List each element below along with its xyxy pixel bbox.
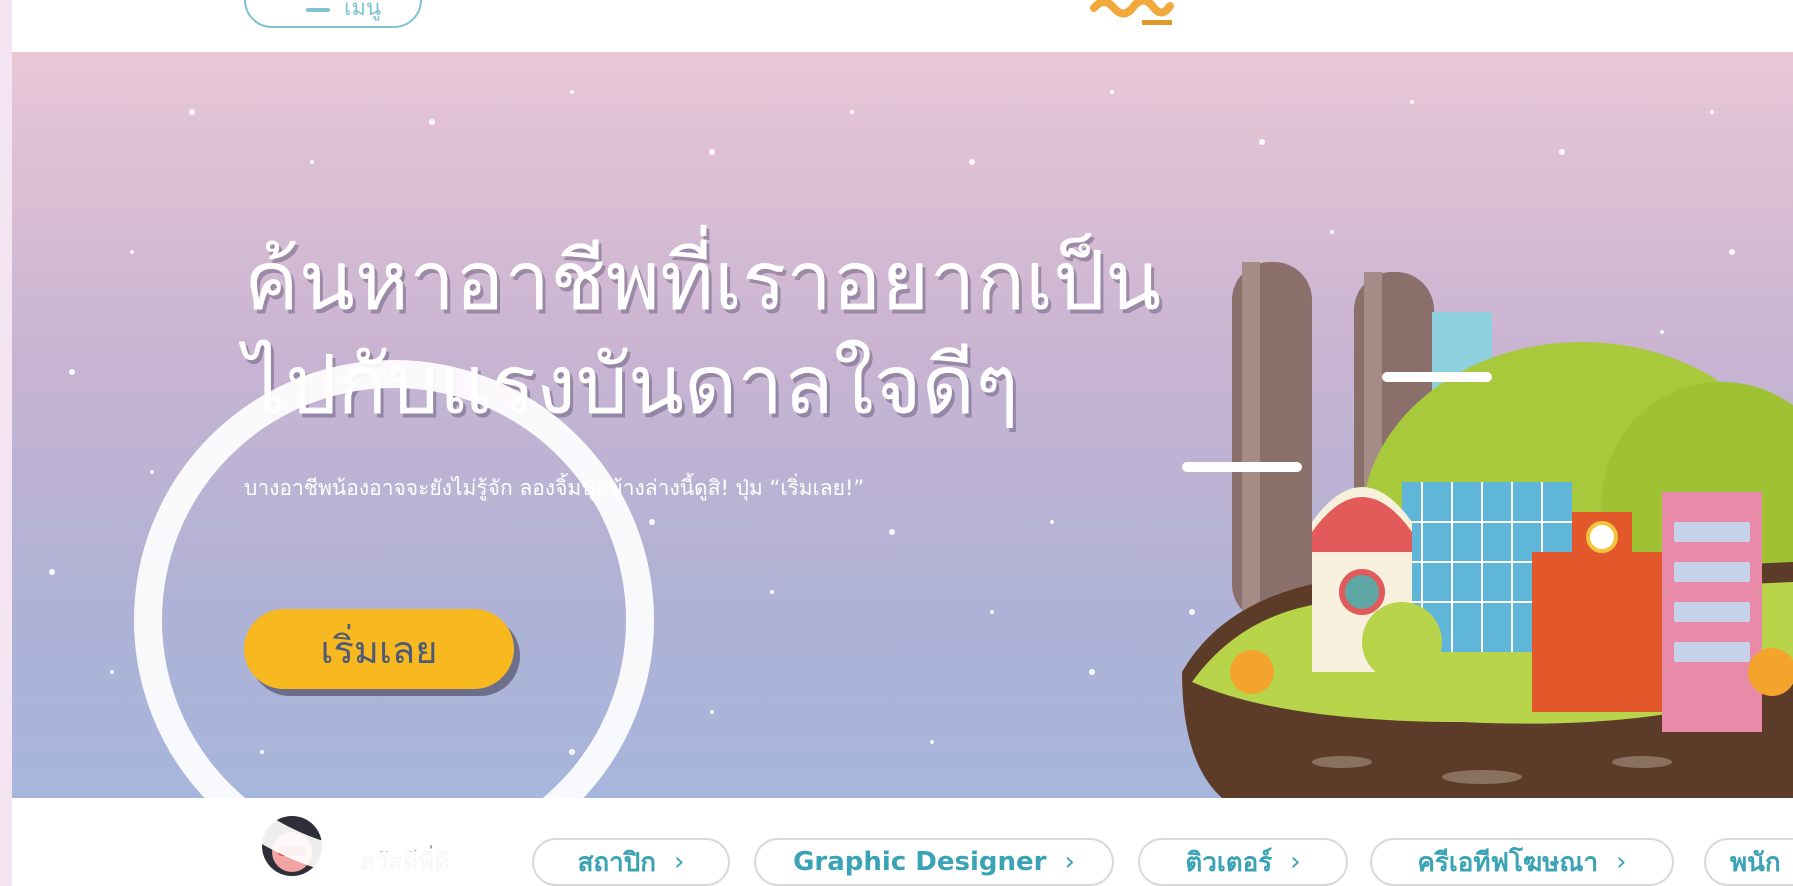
- headline-line-1: ค้นหาอาชีพที่เราอยากเป็น: [244, 234, 1162, 329]
- hamburger-icon: [306, 8, 330, 12]
- menu-label: เมนู: [344, 0, 382, 21]
- career-chip-tutor[interactable]: ติวเตอร์ ›: [1138, 838, 1348, 886]
- floating-island-illustration: [1182, 262, 1793, 798]
- career-chip-employee[interactable]: พนัก: [1704, 838, 1793, 886]
- chip-label: ครีเอทีฟโฆษณา: [1417, 847, 1599, 878]
- chip-label: สถาปิก: [577, 847, 657, 878]
- highlight-ring-overlay: [134, 360, 654, 880]
- career-chip-ad-creative[interactable]: ครีเอทีฟโฆษณา ›: [1370, 838, 1674, 886]
- chip-label: พนัก: [1730, 847, 1781, 878]
- top-header: เมนู: [12, 0, 1793, 52]
- career-chip-architect[interactable]: สถาปิก ›: [532, 838, 730, 886]
- chevron-right-icon: ›: [1290, 847, 1301, 877]
- chip-label: ติวเตอร์: [1185, 847, 1273, 878]
- chip-label: Graphic Designer: [793, 847, 1047, 877]
- career-chip-graphic-designer[interactable]: Graphic Designer ›: [754, 838, 1114, 886]
- chevron-right-icon: ›: [674, 847, 685, 877]
- site-logo[interactable]: [1074, 0, 1194, 40]
- chevron-right-icon: ›: [1064, 847, 1075, 877]
- page-frame: เมนู ค้นหาอาชีพที่เราอยากเป็น ไปกับแรงบั…: [12, 0, 1793, 886]
- menu-button[interactable]: เมนู: [244, 0, 422, 28]
- chevron-right-icon: ›: [1616, 847, 1627, 877]
